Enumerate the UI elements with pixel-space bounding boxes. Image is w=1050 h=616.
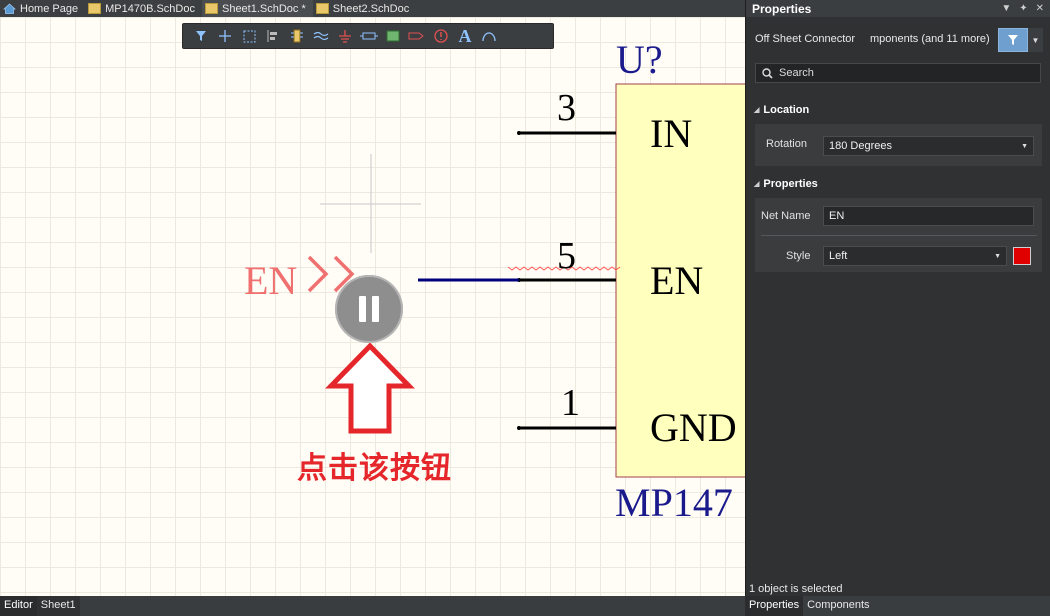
component-part-name: MP147 [615, 480, 733, 525]
net-name-label: Net Name [761, 210, 811, 222]
pin-number: 5 [557, 235, 576, 277]
search-icon [762, 67, 773, 79]
hint-text: 点击该按钮 [297, 452, 452, 485]
collapse-triangle-icon: ◢ [754, 181, 760, 188]
pause-button[interactable] [335, 275, 403, 343]
net-name-value: EN [829, 210, 845, 222]
style-color-swatch[interactable] [1013, 247, 1031, 265]
bottom-tab-bar: Editor Sheet1 [0, 596, 745, 616]
filter-button[interactable] [998, 28, 1028, 52]
pin-end-dot [517, 426, 521, 430]
tab-label: MP1470B.SchDoc [105, 2, 195, 15]
pin-name: EN [650, 258, 704, 303]
net-name-field[interactable]: EN [823, 206, 1034, 226]
pin-name: GND [650, 405, 737, 450]
filter-icon [1008, 35, 1018, 45]
tab-label: Home Page [20, 2, 79, 15]
tab-label: Sheet2.SchDoc [332, 2, 410, 15]
home-icon [2, 3, 17, 14]
tab-sheet2[interactable]: Sheet2.SchDoc [313, 0, 416, 17]
off-sheet-connector-label[interactable]: EN [244, 261, 297, 301]
component-designator: U? [616, 37, 663, 82]
location-section: Rotation 180 Degrees ▼ [755, 124, 1042, 166]
schdoc-icon [88, 3, 102, 14]
pin-number: 3 [557, 87, 576, 129]
tab-sheet1[interactable]: Sheet1.SchDoc * [201, 0, 313, 17]
tab-components[interactable]: Components [803, 596, 873, 616]
chevron-down-icon: ▼ [1021, 143, 1028, 150]
hint-arrow [325, 342, 415, 434]
tab-properties[interactable]: Properties [745, 596, 804, 616]
tab-home-page[interactable]: Home Page [0, 0, 85, 17]
pin-end-dot [517, 131, 521, 135]
chevron-down-icon: ▼ [994, 253, 1001, 260]
pause-icon [372, 296, 379, 322]
off-sheet-connector-chevron [307, 255, 329, 293]
style-value: Left [829, 250, 848, 262]
section-title: Location [763, 104, 810, 116]
properties-section: Net Name EN Style Left ▼ [755, 198, 1042, 272]
tab-mp1470b[interactable]: MP1470B.SchDoc [85, 0, 202, 17]
object-filter-row: Off Sheet Connector mponents (and 11 mor… [746, 28, 1050, 54]
filter-dropdown-button[interactable]: ▼ [1028, 28, 1043, 52]
tab-editor[interactable]: Editor [0, 596, 37, 616]
tab-sheet1-bottom[interactable]: Sheet1 [36, 596, 80, 616]
tab-label: Sheet1.SchDoc * [221, 2, 306, 15]
panel-tab-bar: Properties Components [745, 596, 1050, 616]
pin-number: 1 [561, 382, 580, 424]
search-placeholder: Search [779, 67, 814, 79]
pin-icon[interactable]: ✦ [1019, 3, 1027, 14]
pin-name: IN [650, 111, 693, 156]
filter-scope-text[interactable]: mponents (and 11 more) [870, 33, 996, 45]
collapse-triangle-icon: ◢ [754, 107, 760, 114]
chevron-down-icon: ▼ [1031, 35, 1040, 45]
location-section-header[interactable]: ◢ Location [754, 104, 809, 116]
dropdown-icon[interactable]: ▼ [1001, 3, 1011, 14]
search-input[interactable]: Search [755, 63, 1041, 83]
schdoc-icon [315, 3, 329, 14]
section-title: Properties [763, 178, 818, 190]
properties-section-header[interactable]: ◢ Properties [754, 178, 818, 190]
schdoc-icon [204, 3, 218, 14]
divider [761, 235, 1037, 236]
style-label: Style [786, 250, 811, 262]
rotation-select[interactable]: 180 Degrees ▼ [823, 136, 1034, 156]
cursor-crosshair [320, 154, 421, 253]
close-icon[interactable]: ✕ [1036, 3, 1044, 14]
selection-status: 1 object is selected [749, 583, 843, 595]
document-tab-bar: Home Page MP1470B.SchDoc Sheet1.SchDoc *… [0, 0, 745, 17]
rotation-label: Rotation [766, 138, 807, 150]
pause-icon [359, 296, 366, 322]
panel-title: Properties [752, 1, 812, 16]
object-kind-label: Off Sheet Connector [755, 33, 856, 45]
rotation-value: 180 Degrees [829, 140, 892, 152]
style-select[interactable]: Left ▼ [823, 246, 1007, 266]
panel-header: Properties ▼ ✦ ✕ [746, 0, 1050, 17]
properties-panel: Properties ▼ ✦ ✕ Off Sheet Connector mpo… [745, 0, 1050, 596]
schematic-canvas[interactable]: A U? 3 IN 5 EN 1 GND MP147 EN 点击该按钮 [0, 17, 745, 596]
